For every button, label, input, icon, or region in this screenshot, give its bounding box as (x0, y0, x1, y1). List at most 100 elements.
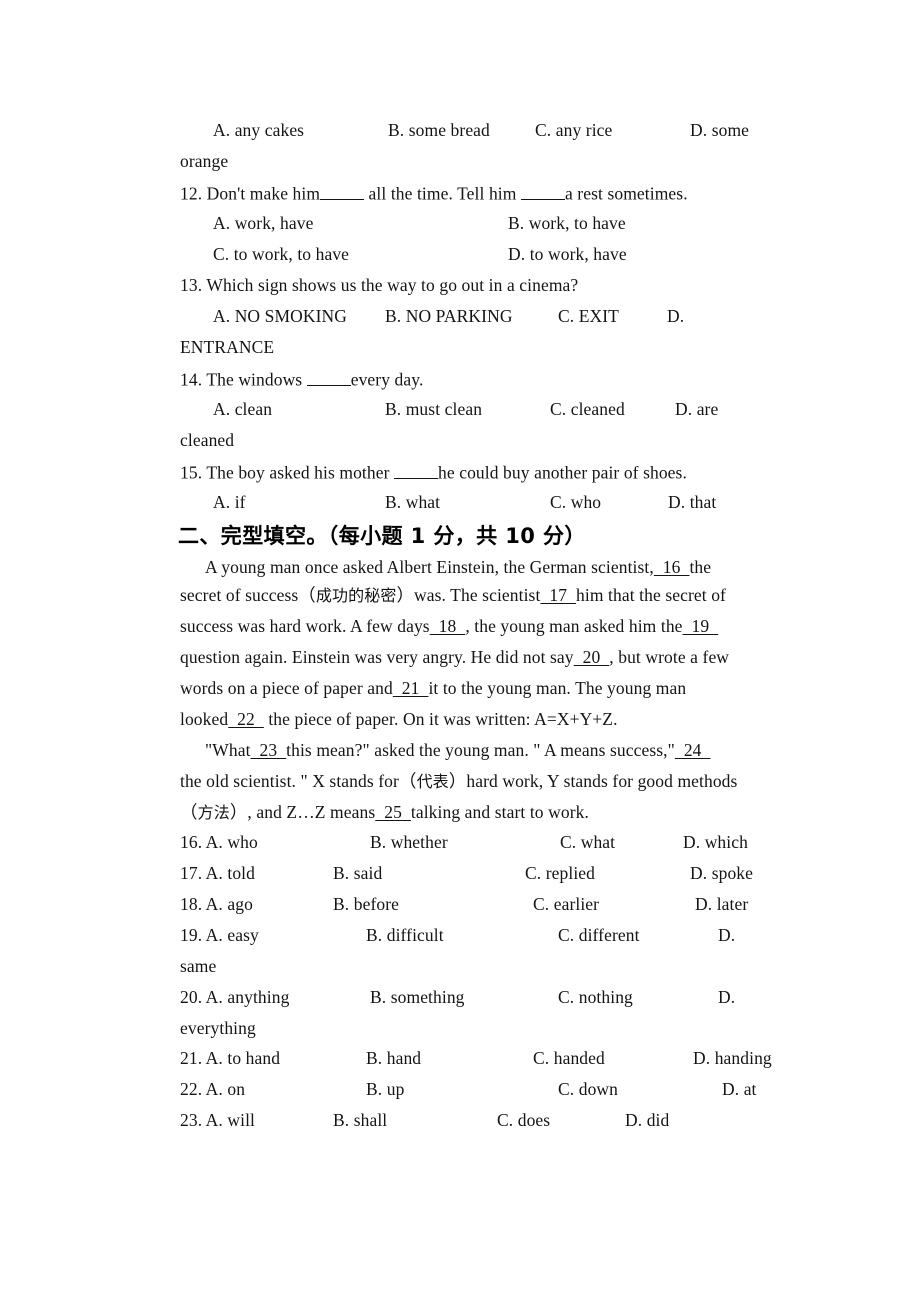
passage-text: A young man once asked Albert Einstein, … (205, 557, 654, 577)
answer-blank[interactable] (520, 182, 565, 200)
option-q11-options-0[interactable]: A. any cakes (213, 120, 304, 140)
passage-text: it to the young man. The young man (428, 678, 687, 698)
option-cloze-21-1[interactable]: B. hand (366, 1048, 421, 1068)
option-cloze-21-2[interactable]: C. handed (533, 1048, 605, 1068)
option-cloze-17-1[interactable]: B. said (333, 863, 382, 883)
stem-text: he could buy another pair of shoes. (438, 462, 687, 483)
option-cloze-19-2[interactable]: C. different (558, 925, 640, 945)
stem-text: 14. The windows (180, 369, 307, 390)
passage-text: looked (180, 709, 229, 729)
option-cloze-18-1[interactable]: B. before (333, 894, 399, 914)
option-cloze-18-2[interactable]: C. earlier (533, 894, 599, 914)
option-cloze-22-0[interactable]: 22. A. on (180, 1079, 245, 1099)
option-q11-options-3[interactable]: D. some (690, 120, 749, 140)
option-cloze-17-0[interactable]: 17. A. told (180, 863, 255, 883)
passage-line: success was hard work. A few days 18 , t… (180, 616, 718, 636)
passage-line: words on a piece of paper and 21 it to t… (180, 678, 686, 698)
option-cloze-19-1[interactable]: B. difficult (366, 925, 444, 945)
question-stem-q14-stem: 14. The windows every day. (180, 368, 423, 390)
answer-blank[interactable] (320, 182, 365, 200)
question-stem-q12-stem: 12. Don't make him all the time. Tell hi… (180, 182, 688, 204)
option-cloze-23-0[interactable]: 23. A. will (180, 1110, 255, 1130)
option-cloze-20-0[interactable]: 20. A. anything (180, 987, 289, 1007)
option-cloze-17-3[interactable]: D. spoke (690, 863, 753, 883)
wrapped-text-q13-options-wrap: ENTRANCE (180, 337, 275, 357)
option-cloze-17-2[interactable]: C. replied (525, 863, 595, 883)
passage-text: the (689, 557, 712, 577)
option-cloze-20-1[interactable]: B. something (370, 987, 465, 1007)
option-q15-options-0[interactable]: A. if (213, 492, 246, 512)
passage-text: this mean?" asked the young man. " A mea… (286, 740, 675, 760)
option-cloze-16-2[interactable]: C. what (560, 832, 615, 852)
passage-text: success was hard work. A few days (180, 616, 430, 636)
numbered-blank[interactable]: 23 (251, 740, 287, 760)
passage-line: A young man once asked Albert Einstein, … (205, 557, 711, 577)
passage-line: the old scientist. " X stands for（代表）har… (180, 771, 737, 792)
option-q14-options-2[interactable]: C. cleaned (550, 399, 625, 419)
option-q12-options-ab-1[interactable]: B. work, to have (508, 213, 626, 233)
stem-text: every day. (350, 369, 424, 390)
passage-text: "What (205, 740, 251, 760)
option-q12-options-cd-0[interactable]: C. to work, to have (213, 244, 349, 264)
option-q13-options-3[interactable]: D. (667, 306, 684, 326)
numbered-blank[interactable]: 20 (574, 647, 610, 667)
passage-text: , but wrote a few (609, 647, 730, 667)
section-heading-cloze: 二、完型填空。（每小题 1 分，共 10 分） (178, 524, 586, 548)
numbered-blank[interactable]: 19 (683, 616, 719, 636)
chinese-gloss: 方法 (197, 803, 230, 822)
option-q12-options-cd-1[interactable]: D. to work, have (508, 244, 627, 264)
option-cloze-18-0[interactable]: 18. A. ago (180, 894, 253, 914)
option-cloze-22-2[interactable]: C. down (558, 1079, 618, 1099)
question-stem-q13-stem: 13. Which sign shows us the way to go ou… (180, 275, 579, 295)
answer-blank[interactable] (394, 461, 439, 479)
option-cloze-16-0[interactable]: 16. A. who (180, 832, 258, 852)
wrapped-option-cloze-19-wrap: same (180, 956, 217, 976)
passage-text: question again. Einstein was very angry.… (180, 647, 574, 667)
option-q14-options-3[interactable]: D. are (675, 399, 718, 419)
option-cloze-21-3[interactable]: D. handing (693, 1048, 772, 1068)
option-q13-options-1[interactable]: B. NO PARKING (385, 306, 513, 326)
option-q14-options-1[interactable]: B. must clean (385, 399, 482, 419)
option-q11-options-2[interactable]: C. any rice (535, 120, 612, 140)
option-q15-options-3[interactable]: D. that (668, 492, 716, 512)
option-cloze-22-1[interactable]: B. up (366, 1079, 404, 1099)
wrapped-text-q11-options-wrap: orange (180, 151, 229, 171)
answer-blank[interactable] (306, 368, 351, 386)
stem-text: 12. Don't make him (180, 183, 321, 204)
option-cloze-22-3[interactable]: D. at (722, 1079, 757, 1099)
passage-line: "What 23 this mean?" asked the young man… (205, 740, 710, 760)
option-q14-options-0[interactable]: A. clean (213, 399, 272, 419)
option-cloze-21-0[interactable]: 21. A. to hand (180, 1048, 280, 1068)
option-cloze-19-0[interactable]: 19. A. easy (180, 925, 259, 945)
numbered-blank[interactable]: 24 (675, 740, 711, 760)
option-cloze-20-2[interactable]: C. nothing (558, 987, 633, 1007)
option-cloze-16-1[interactable]: B. whether (370, 832, 448, 852)
chinese-gloss: 成功的秘密 (315, 586, 397, 605)
numbered-blank[interactable]: 16 (654, 557, 690, 577)
numbered-blank[interactable]: 22 (228, 709, 264, 729)
stem-text: 15. The boy asked his mother (180, 462, 395, 483)
numbered-blank[interactable]: 21 (393, 678, 429, 698)
numbered-blank[interactable]: 25 (375, 802, 411, 822)
option-q11-options-1[interactable]: B. some bread (388, 120, 490, 140)
option-q12-options-ab-0[interactable]: A. work, have (213, 213, 313, 233)
option-cloze-23-1[interactable]: B. shall (333, 1110, 387, 1130)
passage-line: looked 22 the piece of paper. On it was … (180, 709, 618, 729)
option-cloze-19-3[interactable]: D. (718, 925, 735, 945)
option-q13-options-2[interactable]: C. EXIT (558, 306, 619, 326)
option-cloze-23-2[interactable]: C. does (497, 1110, 550, 1130)
option-q13-options-0[interactable]: A. NO SMOKING (213, 306, 347, 326)
numbered-blank[interactable]: 17 (540, 585, 576, 605)
option-cloze-23-3[interactable]: D. did (625, 1110, 669, 1130)
option-cloze-16-3[interactable]: D. which (683, 832, 748, 852)
passage-text: the piece of paper. On it was written: A… (263, 709, 618, 729)
option-q15-options-2[interactable]: C. who (550, 492, 601, 512)
option-cloze-20-3[interactable]: D. (718, 987, 735, 1007)
option-cloze-18-3[interactable]: D. later (695, 894, 748, 914)
passage-text: words on a piece of paper and (180, 678, 393, 698)
passage-text: , the young man asked him the (465, 616, 683, 636)
passage-text: ）, and Z…Z means (229, 802, 376, 822)
option-q15-options-1[interactable]: B. what (385, 492, 440, 512)
wrapped-option-cloze-20-wrap: everything (180, 1018, 256, 1038)
numbered-blank[interactable]: 18 (430, 616, 466, 636)
